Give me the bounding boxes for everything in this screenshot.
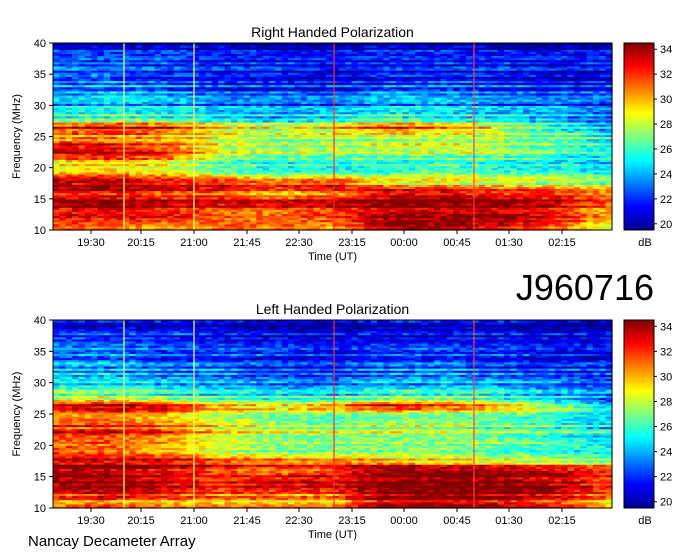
- chart-title: Right Handed Polarization: [251, 24, 414, 40]
- heatmap-cells: [53, 43, 613, 231]
- panel-right-polarization: Right Handed Polarization101520253035401…: [11, 24, 672, 263]
- spectrogram-figure: Right Handed Polarization101520253035401…: [11, 24, 672, 550]
